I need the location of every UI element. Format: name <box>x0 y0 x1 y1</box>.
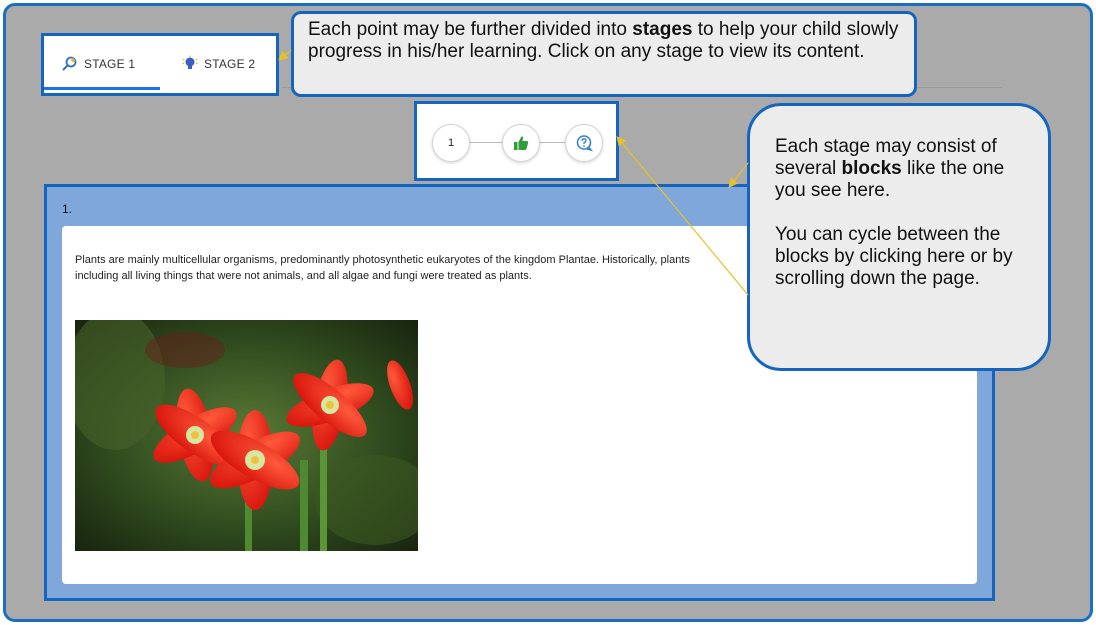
stages-callout-text: Each point may be further divided into <box>308 19 633 40</box>
tab-stage-1-label: STAGE 1 <box>84 57 136 71</box>
lightbulb-icon <box>181 55 199 73</box>
active-tab-indicator <box>44 87 160 90</box>
step-connector <box>468 142 502 143</box>
blocks-callout-paragraph-2: You can cycle between the blocks by clic… <box>775 224 1013 289</box>
stages-callout: Each point may be further divided into s… <box>291 11 917 97</box>
blocks-callout-paragraph-1: Each stage may consist of several blocks… <box>775 136 1028 202</box>
tab-stage-2-label: STAGE 2 <box>204 57 256 71</box>
blocks-callout: Each stage may consist of several blocks… <box>747 103 1051 371</box>
stage-tabs: STAGE 1 STAGE 2 <box>41 33 279 96</box>
block-title: 1. <box>62 202 73 216</box>
block-text: Plants are mainly multicellular organism… <box>75 252 765 284</box>
thumbs-up-icon <box>514 136 529 150</box>
step-2-button[interactable] <box>502 124 540 162</box>
step-connector <box>538 142 565 143</box>
block-progress-steps: 1 <box>414 101 619 181</box>
blocks-callout-bold: blocks <box>841 158 902 179</box>
step-1-label: 1 <box>447 137 455 149</box>
search-icon <box>61 55 79 73</box>
step-1-button[interactable]: 1 <box>432 124 470 162</box>
block-text-line-1: Plants are mainly multicellular organism… <box>75 254 690 266</box>
question-bubble-icon <box>576 135 593 152</box>
stages-callout-bold: stages <box>632 19 693 40</box>
tab-stage-1[interactable]: STAGE 1 <box>61 53 135 75</box>
flower-image <box>75 320 418 551</box>
block-text-line-2: including all living things that were no… <box>75 270 532 282</box>
step-3-button[interactable] <box>565 124 603 162</box>
tab-stage-2[interactable]: STAGE 2 <box>181 53 255 75</box>
